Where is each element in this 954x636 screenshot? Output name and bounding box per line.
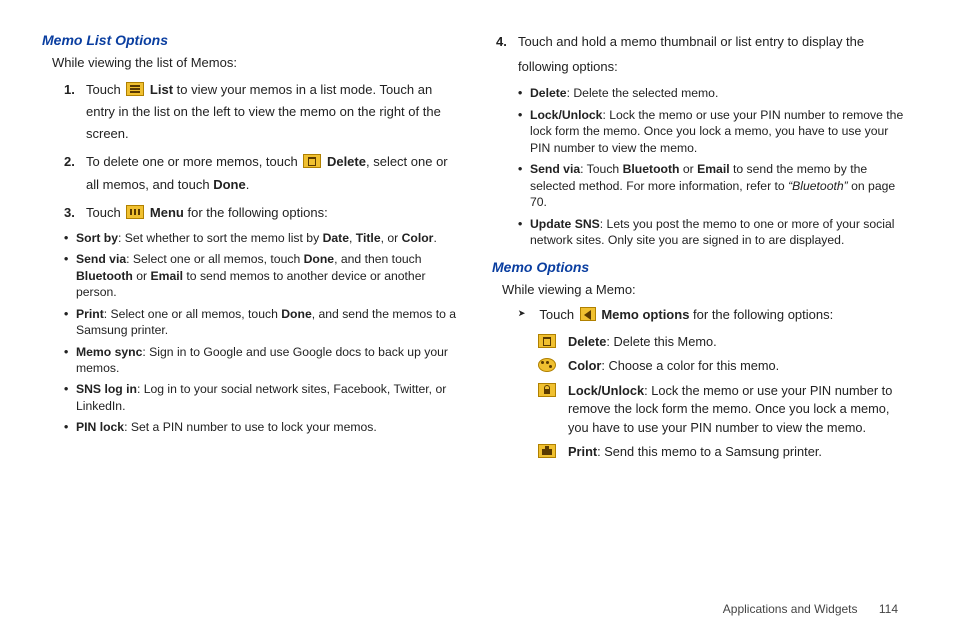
opt-key: Email <box>150 269 183 283</box>
touch-text: for the following options: <box>689 307 833 322</box>
arrow-marker-icon: ➤ <box>518 306 530 325</box>
opt-name: Color <box>568 358 601 373</box>
step-number: 3. <box>64 202 75 224</box>
step-text: Touch <box>86 205 124 220</box>
option-pin-lock: PIN lock: Set a PIN number to use to loc… <box>64 419 462 435</box>
opt-text: : Send this memo to a Samsung printer. <box>597 444 822 459</box>
list-label: List <box>146 82 173 97</box>
delete-icon <box>538 334 556 348</box>
step-text: Touch and hold a memo thumbnail or list … <box>518 34 864 74</box>
opt-text: : Select one or all memos, touch <box>126 252 303 266</box>
step-1: 1. Touch List to view your memos in a li… <box>64 79 462 145</box>
step-text: . <box>246 177 250 192</box>
opt-name: Sort by <box>76 231 118 245</box>
numbered-steps: 1. Touch List to view your memos in a li… <box>64 79 462 224</box>
heading-memo-options: Memo Options <box>492 257 912 277</box>
two-column-layout: Memo List Options While viewing the list… <box>42 30 912 590</box>
opt-name: SNS log in <box>76 382 137 396</box>
intro-text: While viewing the list of Memos: <box>52 54 462 73</box>
hold-options-list: Delete: Delete the selected memo. Lock/U… <box>518 85 912 248</box>
opt-text: or <box>679 162 697 176</box>
opt-text: or <box>133 269 151 283</box>
opt-text: , or <box>381 231 402 245</box>
opt-name: Delete <box>568 334 606 349</box>
memo-options-label: Memo options <box>598 307 690 322</box>
step-text: for the following options: <box>184 205 328 220</box>
touch-instruction: ➤ Touch Memo options for the following o… <box>518 306 912 325</box>
menu-icon <box>126 205 144 219</box>
hold-option-delete: Delete: Delete the selected memo. <box>518 85 912 101</box>
opt-text: : Choose a color for this memo. <box>601 358 779 373</box>
step-4: 4. Touch and hold a memo thumbnail or li… <box>496 30 912 79</box>
numbered-steps-continued: 4. Touch and hold a memo thumbnail or li… <box>496 30 912 79</box>
opt-text: . <box>433 231 436 245</box>
memo-option-delete: Delete: Delete this Memo. <box>536 333 912 352</box>
opt-text: : Delete this Memo. <box>606 334 716 349</box>
page-number: 114 <box>879 602 898 616</box>
opt-text: : Delete the selected memo. <box>567 86 719 100</box>
opt-name: Print <box>568 444 597 459</box>
option-send-via: Send via: Select one or all memos, touch… <box>64 251 462 300</box>
step-text: To delete one or more memos, touch <box>86 154 301 169</box>
opt-key: Date <box>323 231 349 245</box>
opt-key: Title <box>356 231 381 245</box>
page-footer: Applications and Widgets 114 <box>723 602 898 616</box>
option-sns-login: SNS log in: Log in to your social networ… <box>64 381 462 414</box>
step-text: Touch <box>86 82 124 97</box>
left-column: Memo List Options While viewing the list… <box>42 30 462 590</box>
opt-name: Memo sync <box>76 345 142 359</box>
heading-memo-list-options: Memo List Options <box>42 30 462 50</box>
opt-name: Send via <box>530 162 580 176</box>
memo-options-icon <box>580 307 596 321</box>
opt-name: PIN lock <box>76 420 124 434</box>
option-print: Print: Select one or all memos, touch Do… <box>64 306 462 339</box>
option-sort-by: Sort by: Set whether to sort the memo li… <box>64 230 462 246</box>
opt-text: , and then touch <box>334 252 421 266</box>
palette-icon <box>538 358 556 372</box>
opt-name: Lock/Unlock <box>530 108 602 122</box>
opt-text: : Set whether to sort the memo list by <box>118 231 323 245</box>
section-name: Applications and Widgets <box>723 602 858 616</box>
option-memo-sync: Memo sync: Sign in to Google and use Goo… <box>64 344 462 377</box>
intro-text-2: While viewing a Memo: <box>502 281 912 300</box>
hold-option-lock-unlock: Lock/Unlock: Lock the memo or use your P… <box>518 107 912 156</box>
print-icon <box>538 444 556 458</box>
touch-text: Touch <box>539 307 577 322</box>
lock-icon <box>538 383 556 397</box>
manual-page: Memo List Options While viewing the list… <box>0 0 954 636</box>
opt-key: Bluetooth <box>76 269 133 283</box>
memo-option-lock-unlock: Lock/Unlock: Lock the memo or use your P… <box>536 382 912 438</box>
opt-text: : Touch <box>580 162 622 176</box>
delete-label: Delete <box>323 154 366 169</box>
step-number: 1. <box>64 79 75 101</box>
right-column: 4. Touch and hold a memo thumbnail or li… <box>492 30 912 590</box>
opt-key: Email <box>697 162 730 176</box>
menu-options-list: Sort by: Set whether to sort the memo li… <box>64 230 462 436</box>
opt-key: Done <box>304 252 334 266</box>
opt-key: Color <box>402 231 434 245</box>
opt-text: , <box>349 231 356 245</box>
opt-key: Bluetooth <box>623 162 680 176</box>
step-number: 2. <box>64 151 75 173</box>
step-2: 2. To delete one or more memos, touch De… <box>64 151 462 195</box>
step-3: 3. Touch Menu for the following options: <box>64 202 462 224</box>
delete-icon <box>303 154 321 168</box>
step-number: 4. <box>496 30 507 55</box>
opt-name: Send via <box>76 252 126 266</box>
list-icon <box>126 82 144 96</box>
opt-name: Delete <box>530 86 567 100</box>
memo-option-color: Color: Choose a color for this memo. <box>536 357 912 376</box>
opt-name: Print <box>76 307 104 321</box>
hold-option-update-sns: Update SNS: Lets you post the memo to on… <box>518 216 912 249</box>
opt-text: : Select one or all memos, touch <box>104 307 281 321</box>
done-label: Done <box>213 177 246 192</box>
opt-name: Lock/Unlock <box>568 383 644 398</box>
opt-name: Update SNS <box>530 217 600 231</box>
hold-option-send-via: Send via: Touch Bluetooth or Email to se… <box>518 161 912 210</box>
memo-option-print: Print: Send this memo to a Samsung print… <box>536 443 912 462</box>
menu-label: Menu <box>146 205 184 220</box>
reference-italic: “Bluetooth” <box>788 179 851 193</box>
opt-key: Done <box>281 307 311 321</box>
opt-text: : Set a PIN number to use to lock your m… <box>124 420 377 434</box>
